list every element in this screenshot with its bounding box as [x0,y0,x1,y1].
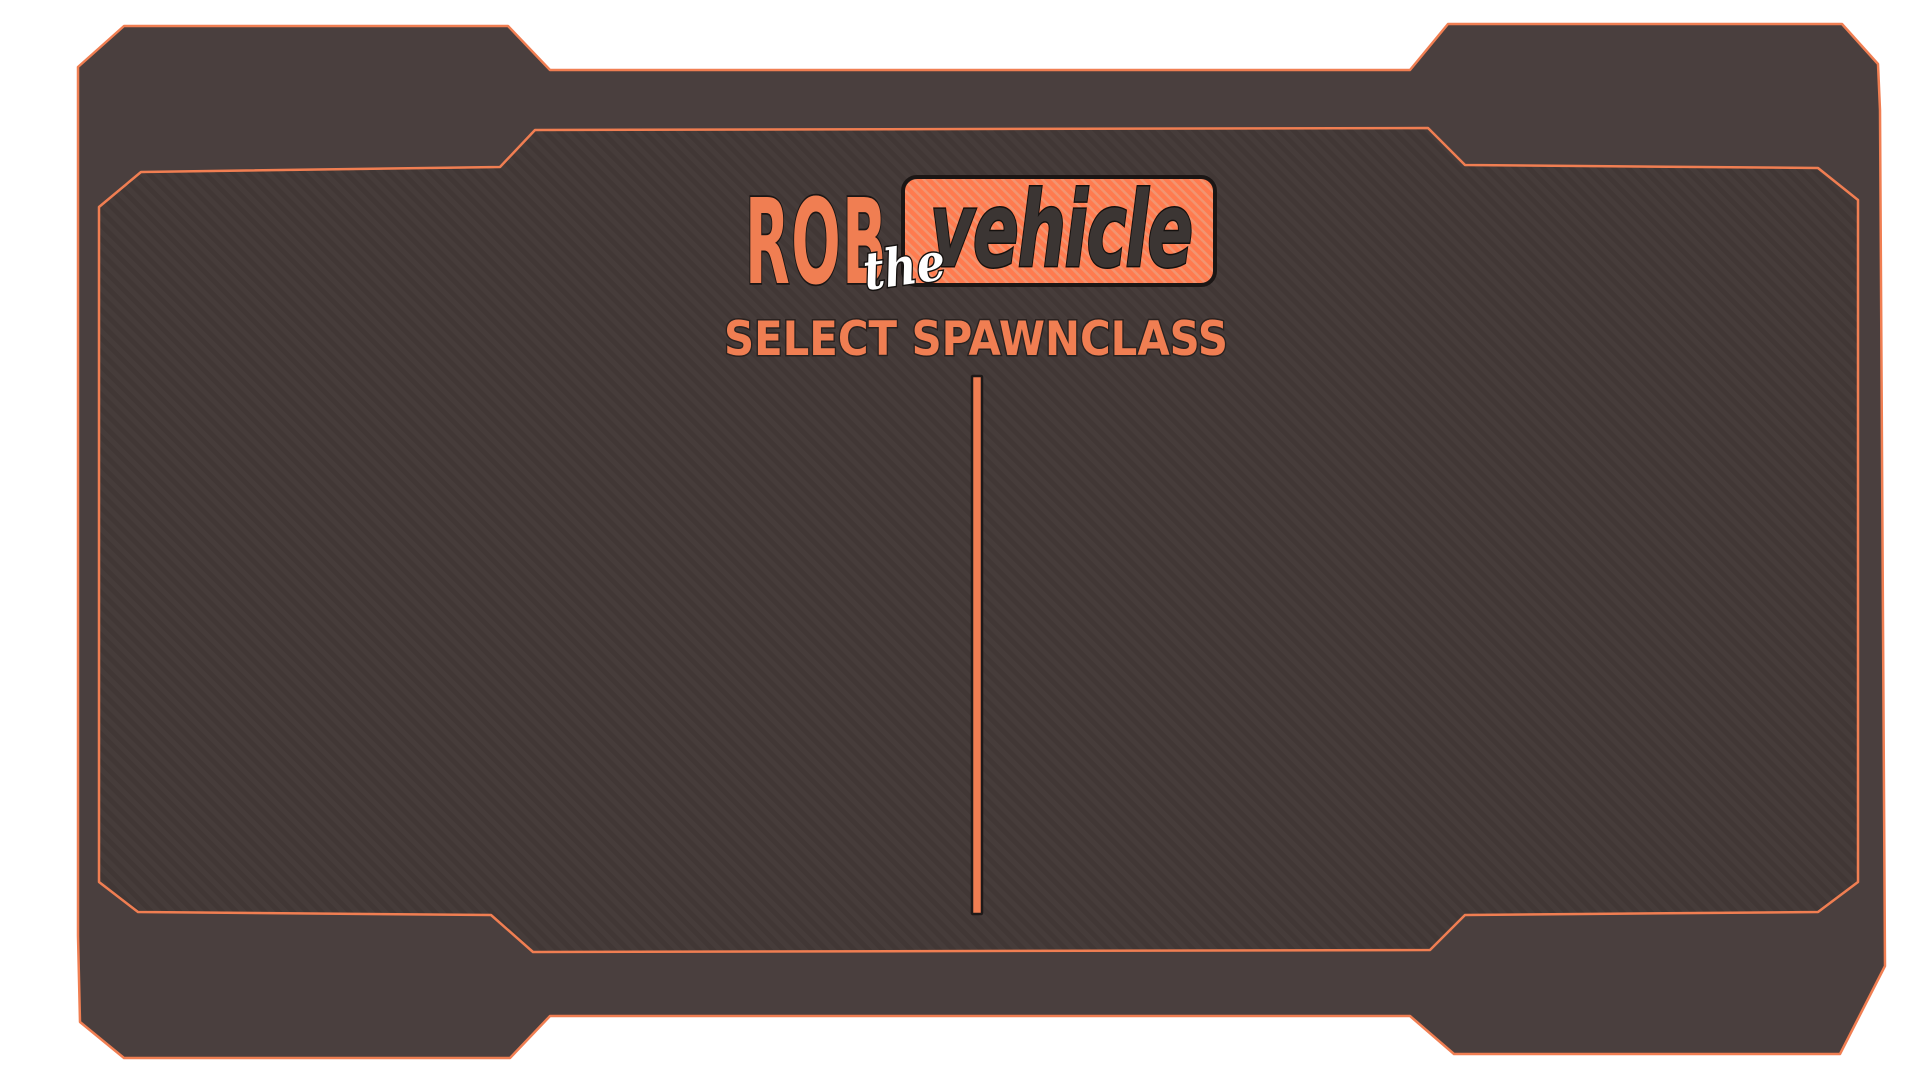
screen-title: SELECT SPAWNCLASS [724,312,1228,367]
game-logo: ROB vehicle the [743,168,1217,313]
spawnclass-list-right [1012,380,1812,900]
spawnclass-list-left [140,380,940,900]
spawnclass-screen: ROB vehicle the SELECT SPAWNCLASS [0,0,1920,1080]
menu-canvas: ROB vehicle the SELECT SPAWNCLASS [76,22,1887,1060]
column-divider [970,374,984,916]
logo-vehicle-text: vehicle [930,169,1192,291]
logo-the-text: the [859,231,949,303]
